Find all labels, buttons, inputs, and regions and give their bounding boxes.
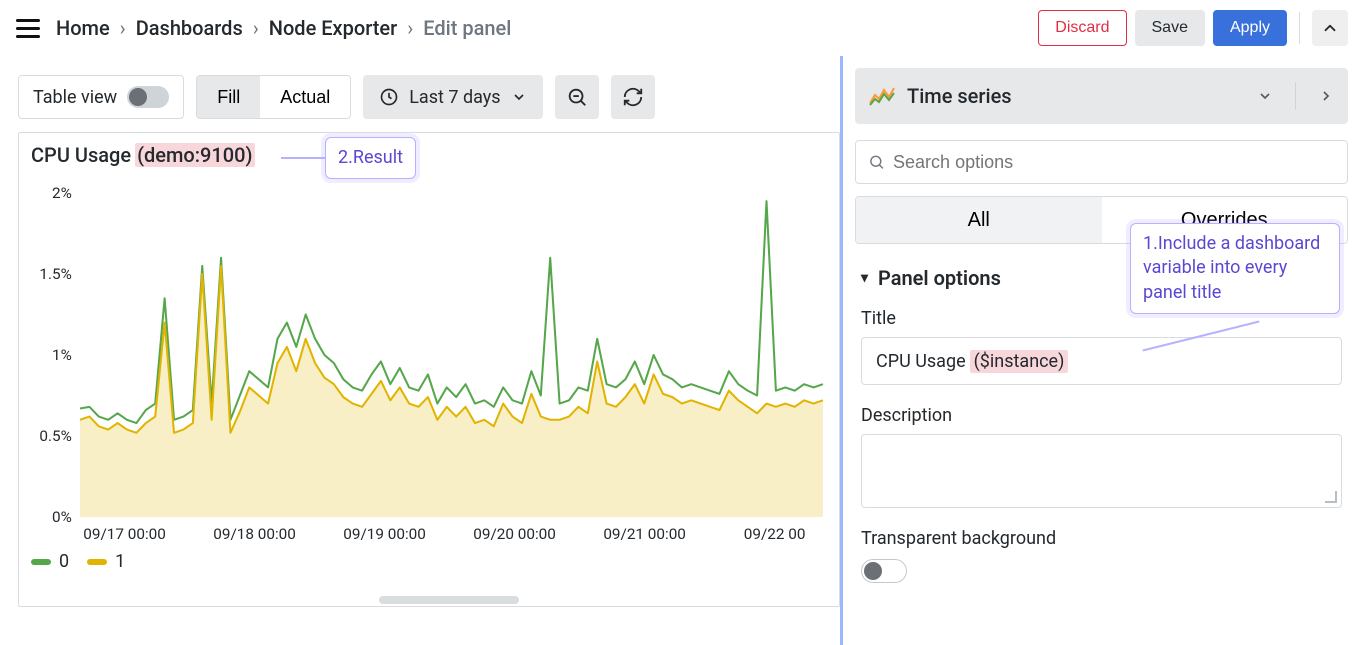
title-input[interactable]: CPU Usage ($instance) — [861, 337, 1342, 385]
transparent-bg-label: Transparent background — [861, 528, 1342, 549]
transparent-bg-toggle[interactable] — [861, 559, 907, 583]
size-actual-button[interactable]: Actual — [260, 76, 350, 118]
refresh-icon — [622, 86, 644, 108]
apply-button[interactable]: Apply — [1213, 10, 1287, 46]
svg-text:1.5%: 1.5% — [39, 265, 71, 283]
panel-title-highlight: (demo:9100) — [135, 143, 254, 167]
annotation-tip: 1.Include a dashboard variable into ever… — [1130, 223, 1340, 314]
time-range-label: Last 7 days — [409, 87, 500, 108]
svg-text:0%: 0% — [52, 508, 72, 526]
clock-icon — [379, 87, 399, 107]
title-variable-highlight: ($instance) — [970, 350, 1069, 373]
breadcrumb-current: Edit panel — [423, 16, 511, 40]
svg-text:0.5%: 0.5% — [39, 427, 71, 445]
tab-all[interactable]: All — [856, 197, 1102, 243]
svg-text:09/22 00: 09/22 00 — [744, 525, 806, 543]
preview-pane: Table view Fill Actual Last 7 days CPU U… — [0, 56, 840, 645]
save-button[interactable]: Save — [1135, 10, 1205, 46]
chevron-down-icon — [1257, 88, 1273, 104]
search-icon — [868, 153, 885, 171]
panel-title-text: CPU Usage — [31, 143, 131, 167]
svg-text:09/21 00:00: 09/21 00:00 — [603, 525, 686, 543]
breadcrumb-home[interactable]: Home — [56, 16, 110, 40]
chevron-down-icon — [511, 89, 527, 105]
zoom-out-icon — [566, 86, 588, 108]
panel-title: CPU Usage (demo:9100) — [31, 143, 827, 167]
chevron-right-icon — [1318, 88, 1334, 104]
size-fill-button[interactable]: Fill — [197, 76, 260, 118]
chart-legend: 0 1 — [31, 551, 827, 572]
section-title: Panel options — [878, 266, 1001, 290]
breadcrumb-node-exporter[interactable]: Node Exporter — [269, 16, 397, 40]
divider — [1299, 12, 1300, 44]
svg-text:09/19 00:00: 09/19 00:00 — [343, 525, 426, 543]
breadcrumb-sep: › — [253, 16, 259, 40]
annotation-result: 2.Result — [325, 137, 416, 179]
time-series-icon — [869, 85, 895, 107]
svg-text:1%: 1% — [52, 346, 72, 364]
options-pane: Time series All Overrides 1.Include a da… — [840, 56, 1360, 645]
table-view-switch[interactable] — [127, 86, 169, 108]
svg-text:09/20 00:00: 09/20 00:00 — [473, 525, 556, 543]
top-actions: Discard Save Apply — [1038, 10, 1348, 46]
horizontal-scrollbar[interactable] — [379, 596, 519, 604]
description-textarea[interactable] — [861, 434, 1342, 508]
table-view-toggle[interactable]: Table view — [18, 75, 184, 119]
chart[interactable]: 0% 0.5% 1% 1.5% 2% 09/17 00:00 09/18 00:00 09/1… — [31, 185, 827, 545]
breadcrumbs: Home › Dashboards › Node Exporter › Edit… — [56, 16, 511, 40]
top-bar: Home › Dashboards › Node Exporter › Edit… — [0, 0, 1360, 56]
svg-text:2%: 2% — [52, 185, 72, 202]
svg-text:09/18 00:00: 09/18 00:00 — [213, 525, 296, 543]
size-segment: Fill Actual — [196, 75, 351, 119]
options-search[interactable] — [855, 140, 1348, 184]
visualization-picker[interactable]: Time series — [855, 68, 1348, 124]
refresh-button[interactable] — [611, 75, 655, 119]
description-field-label: Description — [861, 405, 1342, 426]
options-search-input[interactable] — [893, 152, 1335, 173]
chevron-down-icon: ▾ — [861, 270, 868, 286]
legend-item-0[interactable]: 0 — [31, 551, 69, 572]
collapse-toolbar-button[interactable] — [1312, 10, 1348, 46]
breadcrumb-sep: › — [407, 16, 413, 40]
panel-preview: CPU Usage (demo:9100) 2.Result 0% 0.5% 1% 1… — [18, 132, 840, 607]
svg-text:09/17 00:00: 09/17 00:00 — [83, 525, 166, 543]
discard-button[interactable]: Discard — [1038, 10, 1126, 46]
menu-toggle[interactable] — [12, 12, 44, 44]
visualization-name: Time series — [907, 84, 1245, 108]
zoom-out-button[interactable] — [555, 75, 599, 119]
breadcrumb-sep: › — [120, 16, 126, 40]
table-view-label: Table view — [33, 87, 117, 108]
time-range-picker[interactable]: Last 7 days — [363, 75, 542, 119]
breadcrumb-dashboards[interactable]: Dashboards — [136, 16, 243, 40]
legend-item-1[interactable]: 1 — [87, 551, 125, 572]
